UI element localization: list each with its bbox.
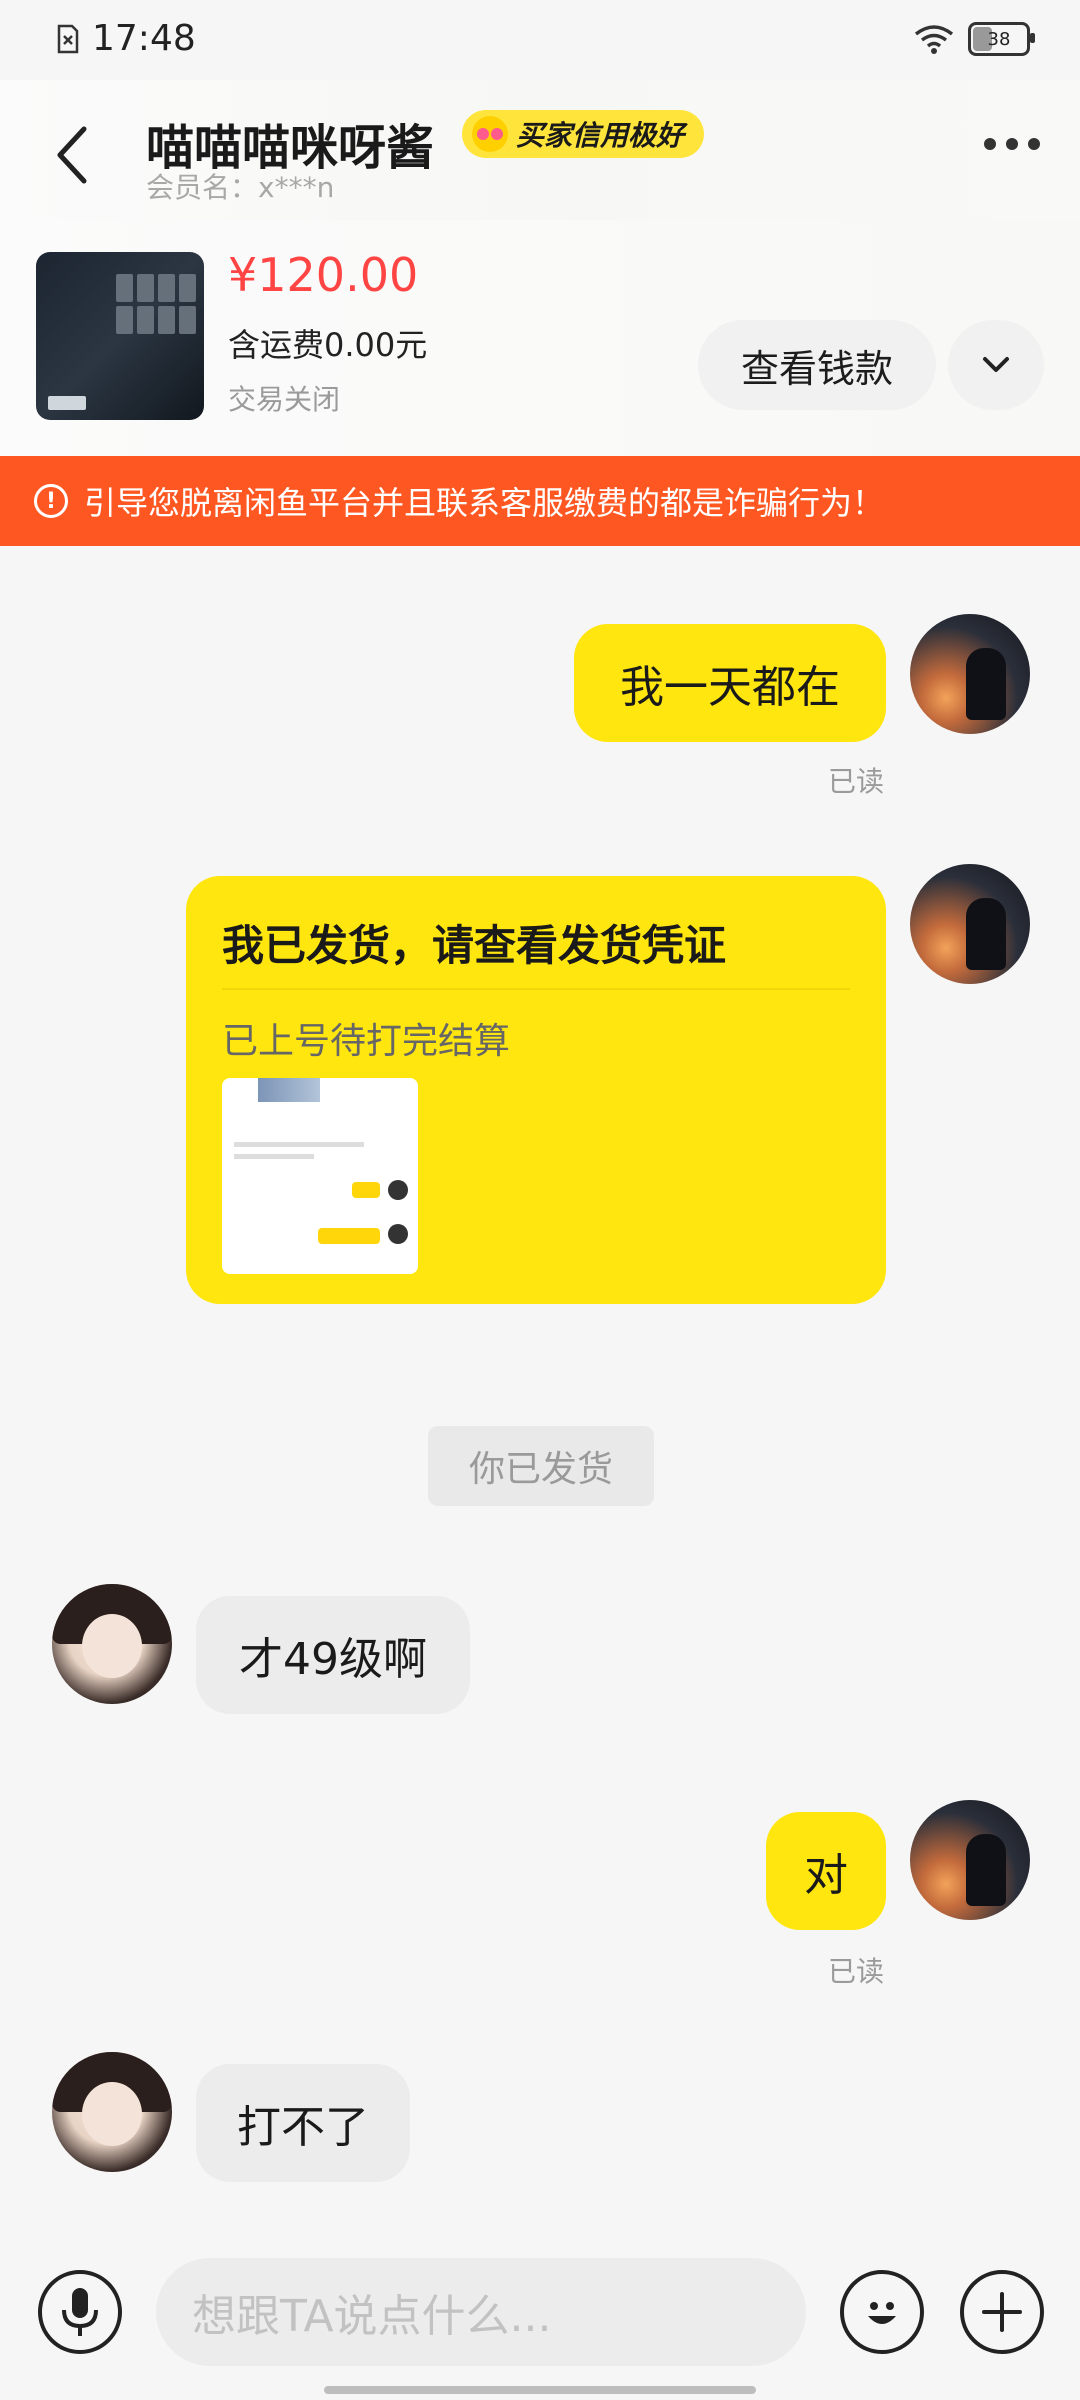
message-bubble[interactable]: 才49级啊 [196, 1596, 470, 1714]
divider [222, 988, 850, 990]
dot-icon [1028, 138, 1040, 150]
system-message: 你已发货 [428, 1426, 654, 1506]
my-avatar[interactable] [910, 1800, 1030, 1920]
status-bar: 17:48 38 [0, 0, 1080, 80]
card-title: 我已发货，请查看发货凭证 [222, 921, 727, 970]
trade-status: 交易关闭 [228, 383, 341, 416]
dot-icon [984, 138, 996, 150]
smiley-icon [868, 2302, 896, 2324]
chat-header: 喵喵喵咪呀酱 买家信用极好 会员名：x***n [0, 80, 1080, 220]
voice-button[interactable] [38, 2270, 122, 2354]
add-attachment-button[interactable] [960, 2270, 1044, 2354]
sim-off-icon [57, 24, 79, 53]
credit-badge: 买家信用极好 [462, 110, 705, 158]
card-subtitle: 已上号待打完结算 [222, 1021, 511, 1062]
home-indicator [324, 2386, 756, 2394]
wifi-icon [914, 25, 954, 54]
shipping-info: 含运费0.00元 [228, 326, 428, 364]
clock: 17:48 [92, 18, 196, 59]
back-button[interactable] [44, 120, 100, 190]
shipping-proof-card[interactable]: 我已发货，请查看发货凭证 已上号待打完结算 [186, 876, 886, 1304]
message-input[interactable]: 想跟TA说点什么... [156, 2258, 806, 2366]
emoji-button[interactable] [840, 2270, 924, 2354]
microphone-icon [62, 2288, 98, 2336]
read-receipt: 已读 [828, 1955, 885, 1988]
read-receipt: 已读 [828, 765, 885, 798]
expand-button[interactable] [948, 320, 1044, 410]
alert-icon: ! [34, 484, 68, 518]
back-arrow-icon [57, 126, 87, 184]
my-avatar[interactable] [910, 614, 1030, 734]
love-face-icon [472, 116, 508, 152]
message-bubble[interactable]: 我一天都在 [574, 624, 886, 742]
dot-icon [1006, 138, 1018, 150]
contact-avatar[interactable] [52, 2052, 172, 2172]
chevron-down-icon [983, 357, 1009, 372]
credit-badge-label: 买家信用极好 [516, 119, 685, 152]
product-summary[interactable]: ¥120.00 含运费0.00元 交易关闭 查看钱款 [0, 220, 1080, 456]
product-thumbnail[interactable] [36, 252, 204, 420]
fraud-warning-banner: ! 引导您脱离闲鱼平台并且联系客服缴费的都是诈骗行为！ [0, 456, 1080, 546]
plus-icon [982, 2292, 1022, 2332]
contact-avatar[interactable] [52, 1584, 172, 1704]
proof-screenshot[interactable] [222, 1078, 418, 1274]
my-avatar[interactable] [910, 864, 1030, 984]
battery-icon: 38 [968, 22, 1035, 56]
input-bar: 想跟TA说点什么... [0, 2240, 1080, 2400]
warning-text: 引导您脱离闲鱼平台并且联系客服缴费的都是诈骗行为！ [84, 484, 885, 522]
view-payment-button[interactable]: 查看钱款 [698, 320, 936, 410]
message-bubble[interactable]: 打不了 [196, 2064, 410, 2182]
message-bubble[interactable]: 对 [766, 1812, 886, 1930]
member-name: 会员名：x***n [146, 171, 335, 204]
battery-level: 38 [987, 28, 1011, 50]
product-price: ¥120.00 [228, 248, 419, 302]
message-list[interactable]: 我一天都在 已读 我已发货，请查看发货凭证 已上号待打完结算 你已发货 才49级… [0, 546, 1080, 2240]
more-options-button[interactable] [984, 138, 1040, 150]
